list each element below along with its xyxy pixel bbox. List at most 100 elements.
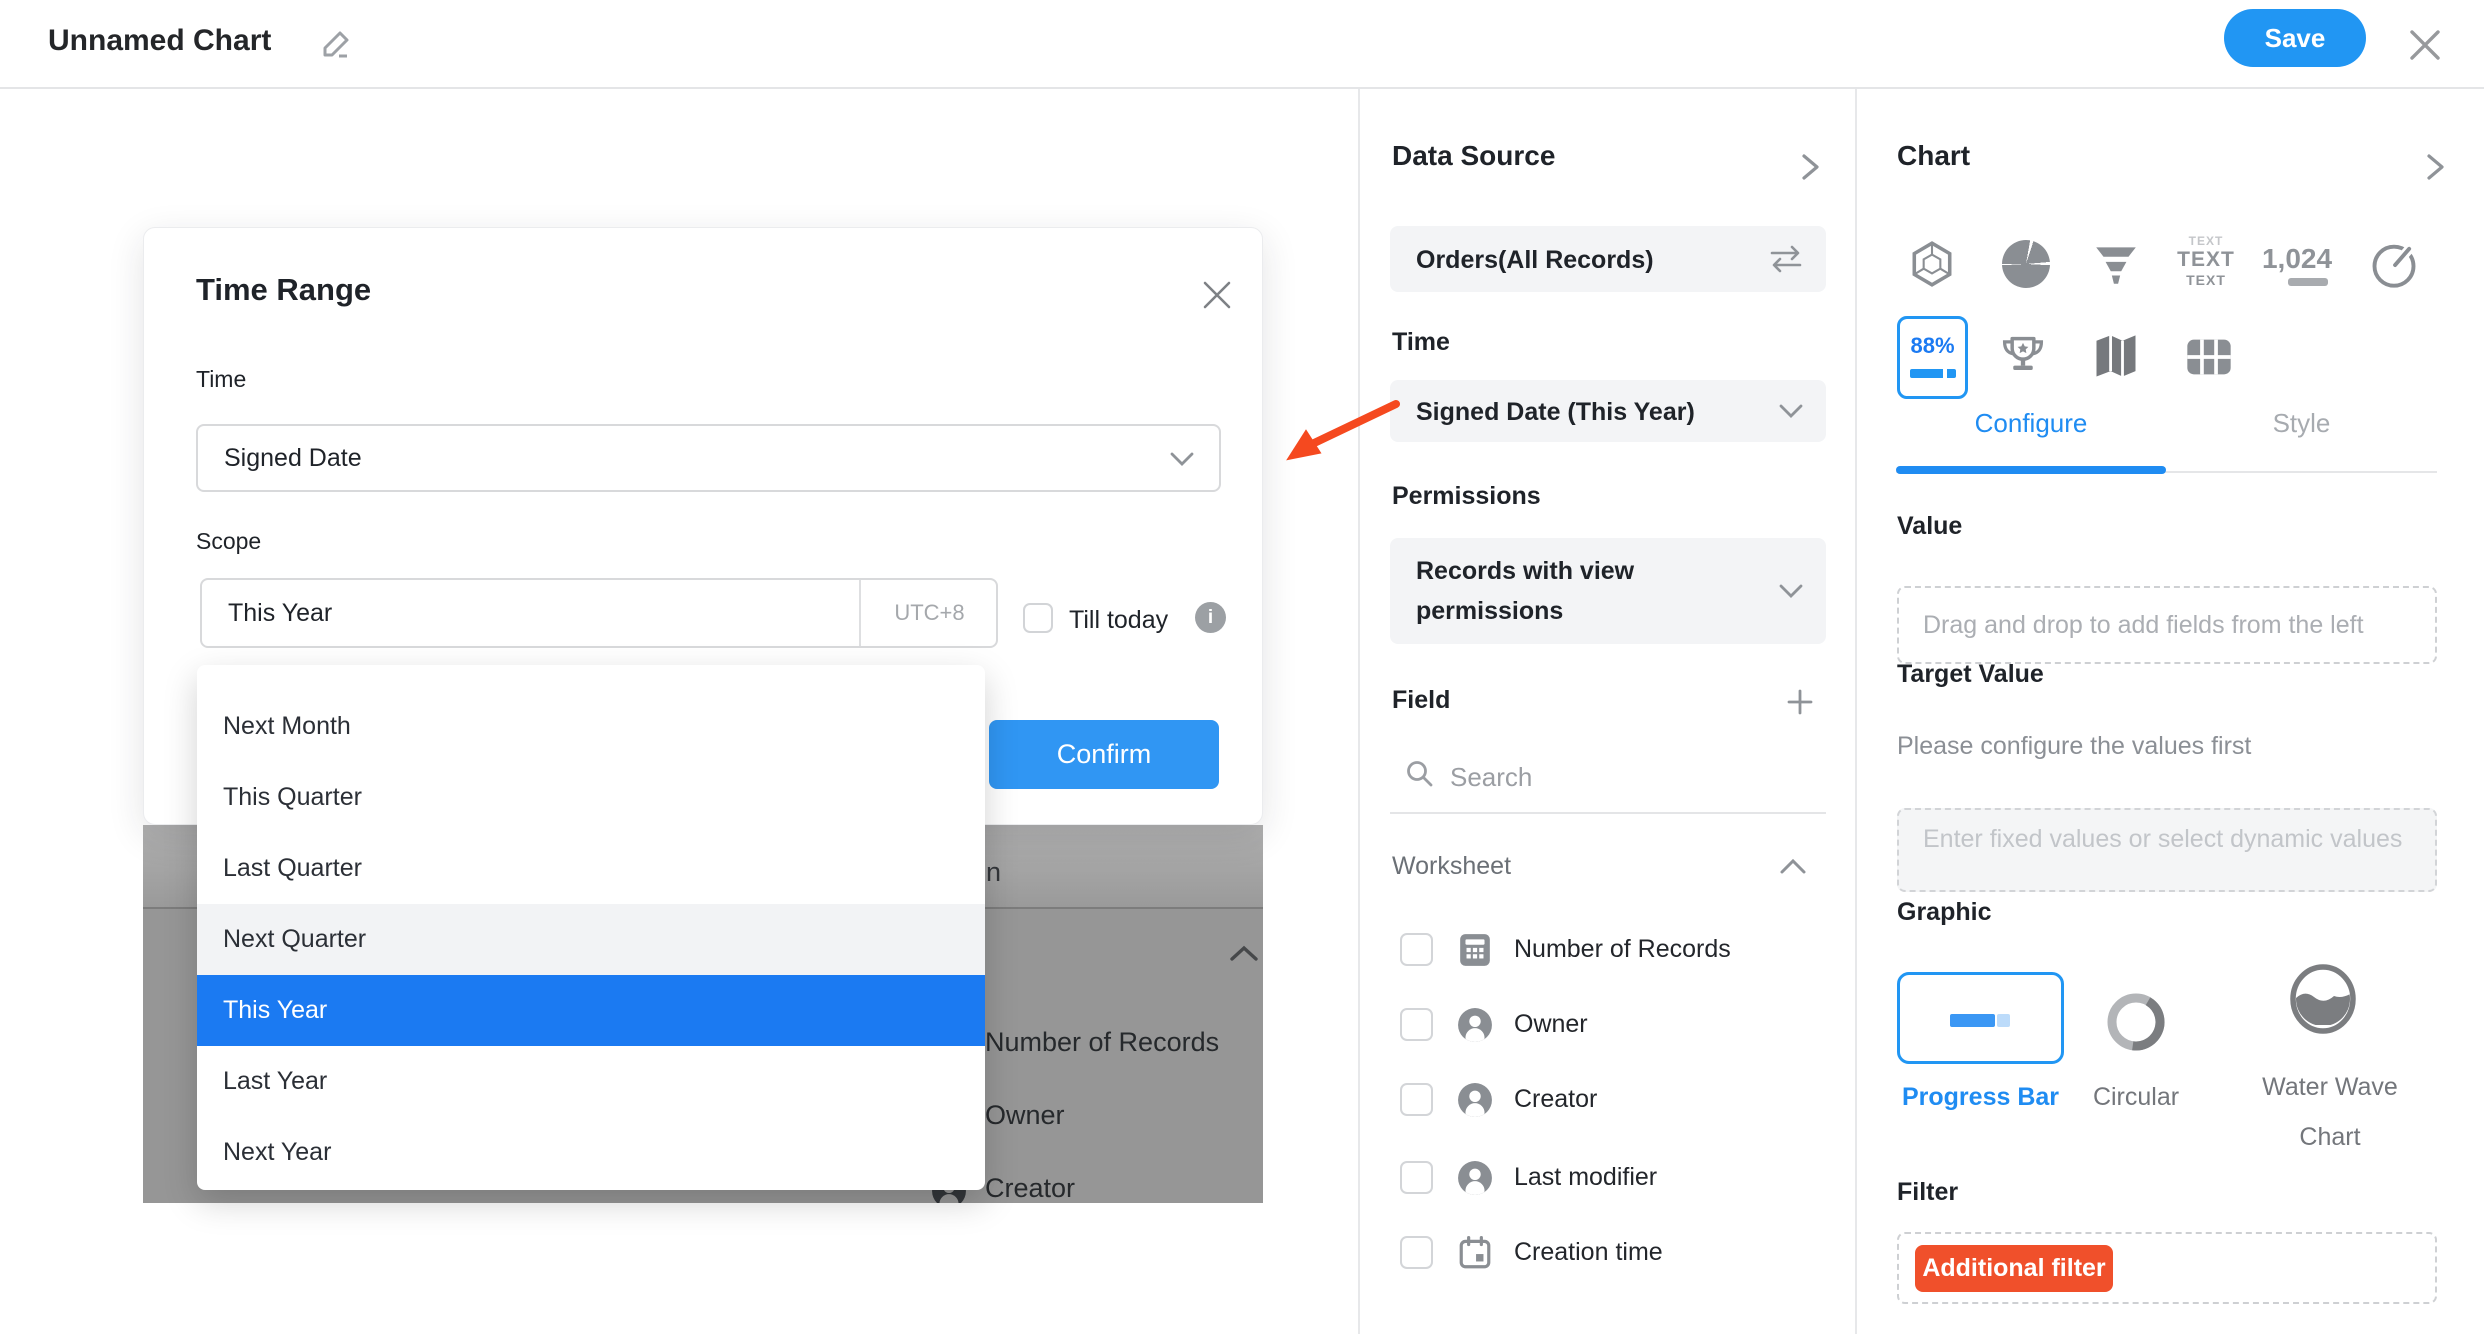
close-icon[interactable] bbox=[2406, 26, 2444, 64]
chart-type-funnel-icon[interactable] bbox=[2087, 235, 2145, 293]
search-input[interactable]: Search bbox=[1450, 762, 1532, 793]
chart-type-map-icon[interactable] bbox=[2087, 328, 2145, 386]
scope-field-label: Scope bbox=[196, 528, 261, 555]
target-value-hint: Please configure the values first bbox=[1897, 732, 2251, 761]
graphic-option-label[interactable]: Circular bbox=[2060, 1072, 2212, 1122]
field-checkbox[interactable] bbox=[1400, 1236, 1433, 1269]
dropdown-option-hovered[interactable]: Next Quarter bbox=[197, 904, 985, 975]
target-value-input[interactable]: Enter fixed values or select dynamic val… bbox=[1897, 808, 2437, 892]
chevron-down-icon bbox=[1778, 402, 1804, 425]
graphic-option-label[interactable]: Progress Bar bbox=[1897, 1072, 2064, 1122]
permissions-selector[interactable]: Records with view permissions bbox=[1390, 538, 1826, 644]
circular-ring-icon bbox=[2104, 990, 2168, 1054]
chart-type-table-icon[interactable] bbox=[2180, 328, 2238, 386]
till-today-checkbox[interactable] bbox=[1023, 603, 1053, 633]
graphic-option-progress-bar-selected[interactable] bbox=[1897, 972, 2064, 1064]
field-row: Last modifier bbox=[1390, 1156, 1826, 1200]
chart-type-pie-icon[interactable] bbox=[1997, 235, 2055, 293]
timezone-segment: UTC+8 bbox=[859, 580, 998, 646]
field-row: Creator bbox=[1390, 1078, 1826, 1122]
dropdown-option[interactable]: Next Month bbox=[197, 691, 985, 762]
page-title: Unnamed Chart bbox=[48, 24, 271, 58]
scope-value: This Year bbox=[228, 599, 332, 628]
time-field-select[interactable]: Signed Date bbox=[196, 424, 1221, 492]
worksheet-group-label[interactable]: Worksheet bbox=[1392, 852, 1511, 881]
tab-configure[interactable]: Configure bbox=[1896, 408, 2166, 439]
calculator-icon bbox=[1457, 932, 1493, 973]
chart-type-radar-icon[interactable] bbox=[1903, 235, 1961, 293]
active-tab-indicator bbox=[1896, 466, 2166, 474]
calendar-icon bbox=[1457, 1235, 1493, 1276]
time-range-selector[interactable]: Signed Date (This Year) bbox=[1390, 380, 1826, 442]
field-checkbox[interactable] bbox=[1400, 933, 1433, 966]
data-source-title: Data Source bbox=[1392, 140, 1555, 172]
field-checkbox[interactable] bbox=[1400, 1008, 1433, 1041]
panel-divider bbox=[1855, 89, 1857, 1334]
dropdown-option[interactable]: Next Year bbox=[197, 1117, 985, 1188]
field-checkbox[interactable] bbox=[1400, 1083, 1433, 1116]
time-field-label: Time bbox=[196, 366, 246, 393]
chevron-up-icon bbox=[1228, 943, 1260, 970]
modal-close-icon[interactable] bbox=[1200, 278, 1234, 312]
chart-type-number-icon[interactable]: 1,024 bbox=[2268, 235, 2326, 293]
field-section-label: Field bbox=[1392, 686, 1450, 715]
person-icon bbox=[1457, 1160, 1493, 1201]
person-icon bbox=[1457, 1082, 1493, 1123]
value-dropzone[interactable]: Drag and drop to add fields from the lef… bbox=[1897, 586, 2437, 664]
number-underline bbox=[2288, 278, 2328, 286]
value-section-label: Value bbox=[1897, 512, 1962, 541]
progress-bar-icon bbox=[1950, 1014, 1995, 1027]
filter-section-label: Filter bbox=[1897, 1178, 1958, 1207]
graphic-option-water-wave[interactable] bbox=[2286, 960, 2360, 1043]
dropdown-option[interactable]: Last Quarter bbox=[197, 833, 985, 904]
water-wave-icon bbox=[2286, 960, 2360, 1038]
search-icon bbox=[1404, 758, 1436, 795]
swap-icon bbox=[1766, 242, 1806, 279]
target-value-placeholder: Enter fixed values or select dynamic val… bbox=[1923, 818, 2403, 860]
dropdown-option[interactable]: Last Year bbox=[197, 1046, 985, 1117]
graphic-option-label[interactable]: Water Wave Chart bbox=[2230, 1062, 2430, 1162]
modal-title: Time Range bbox=[196, 272, 371, 308]
scope-input[interactable]: This Year UTC+8 bbox=[200, 578, 998, 648]
till-today-label: Till today bbox=[1069, 606, 1168, 635]
chart-type-progress-icon-selected[interactable]: 88% bbox=[1897, 316, 1968, 399]
top-bar: Unnamed Chart Save bbox=[0, 0, 2484, 89]
time-range-value: Signed Date (This Year) bbox=[1416, 392, 1695, 432]
confirm-button[interactable]: Confirm bbox=[989, 720, 1219, 789]
additional-filter-button[interactable]: Additional filter bbox=[1915, 1245, 2113, 1292]
person-icon bbox=[1457, 1007, 1493, 1048]
edit-pencil-icon[interactable] bbox=[318, 26, 354, 67]
dropdown-option-selected[interactable]: This Year bbox=[197, 975, 985, 1046]
filter-dropzone: Additional filter bbox=[1897, 1232, 2437, 1304]
chart-type-word-cloud-icon[interactable]: TEXT TEXT TEXT bbox=[2177, 233, 2235, 295]
chevron-down-icon bbox=[1169, 450, 1195, 473]
time-field-value: Signed Date bbox=[224, 444, 362, 473]
chevron-right-icon[interactable] bbox=[2420, 150, 2450, 189]
plus-icon[interactable] bbox=[1784, 686, 1816, 723]
field-checkbox[interactable] bbox=[1400, 1161, 1433, 1194]
panel-divider bbox=[1358, 89, 1360, 1334]
chart-panel-title: Chart bbox=[1897, 140, 1970, 172]
chevron-up-icon[interactable] bbox=[1778, 856, 1808, 883]
scope-dropdown: Next Month This Quarter Last Quarter Nex… bbox=[197, 665, 985, 1190]
value-dropzone-placeholder: Drag and drop to add fields from the lef… bbox=[1923, 604, 2364, 646]
info-icon[interactable]: i bbox=[1195, 602, 1226, 633]
source-selector[interactable]: Orders(All Records) bbox=[1390, 226, 1826, 292]
target-value-section-label: Target Value bbox=[1897, 660, 2044, 689]
chevron-right-icon[interactable] bbox=[1795, 150, 1825, 189]
save-button[interactable]: Save bbox=[2224, 9, 2366, 67]
dimmed-partial-text: n bbox=[986, 857, 1001, 888]
tab-style[interactable]: Style bbox=[2166, 408, 2437, 439]
field-row: Creation time bbox=[1390, 1231, 1826, 1275]
progress-bar-icon-tail bbox=[1997, 1014, 2010, 1027]
graphic-section-label: Graphic bbox=[1897, 898, 1991, 927]
permissions-value: Records with view permissions bbox=[1416, 551, 1746, 631]
annotation-arrow bbox=[1262, 392, 1412, 482]
graphic-option-circular[interactable] bbox=[2104, 990, 2168, 1059]
chart-type-gauge-icon[interactable] bbox=[2365, 235, 2423, 293]
source-value: Orders(All Records) bbox=[1416, 240, 1654, 280]
progress-mini-bar bbox=[1910, 369, 1956, 378]
field-row: Owner bbox=[1390, 1003, 1826, 1047]
chart-type-trophy-icon[interactable] bbox=[1994, 328, 2052, 386]
dropdown-option[interactable]: This Quarter bbox=[197, 762, 985, 833]
